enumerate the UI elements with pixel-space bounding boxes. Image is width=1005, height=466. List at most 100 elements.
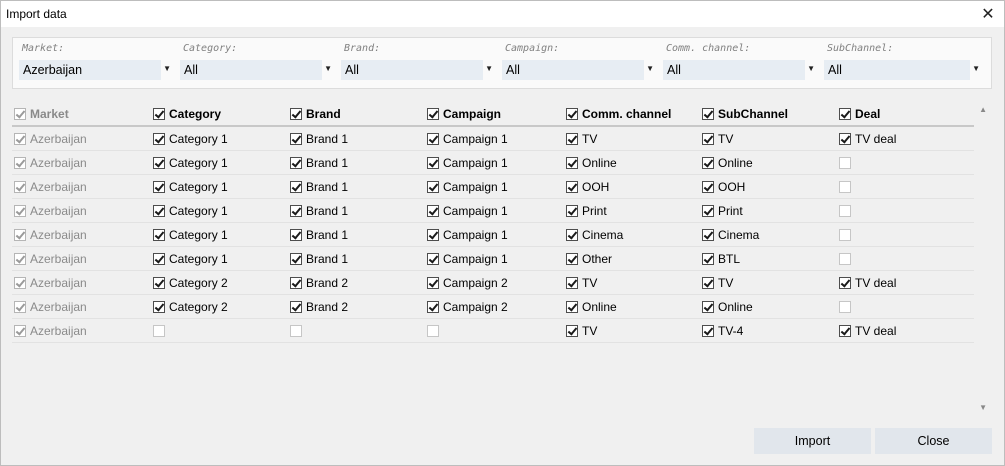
checkbox[interactable] bbox=[290, 108, 302, 120]
checkbox[interactable] bbox=[566, 181, 578, 193]
checkbox[interactable] bbox=[427, 301, 439, 313]
filter-select[interactable]: All ▼ bbox=[502, 60, 654, 80]
close-button[interactable]: Close bbox=[875, 428, 992, 454]
chevron-down-icon[interactable]: ▼ bbox=[972, 64, 980, 73]
checkbox[interactable] bbox=[702, 205, 714, 217]
chevron-down-icon[interactable]: ▼ bbox=[807, 64, 815, 73]
cell-campaign: Campaign 2 bbox=[427, 271, 508, 295]
checkbox[interactable] bbox=[290, 253, 302, 265]
checkbox[interactable] bbox=[427, 108, 439, 120]
checkbox[interactable] bbox=[702, 181, 714, 193]
filter-label: Market: bbox=[22, 43, 65, 54]
checkbox[interactable] bbox=[566, 325, 578, 337]
checkbox[interactable] bbox=[839, 229, 851, 241]
column-header-deal[interactable]: Deal bbox=[839, 102, 880, 126]
checkbox[interactable] bbox=[839, 205, 851, 217]
scroll-down-icon[interactable]: ▼ bbox=[979, 403, 987, 412]
checkbox[interactable] bbox=[702, 253, 714, 265]
checkbox[interactable] bbox=[427, 133, 439, 145]
filter-select[interactable]: All ▼ bbox=[341, 60, 493, 80]
checkbox[interactable] bbox=[702, 229, 714, 241]
cell-value: Print bbox=[718, 204, 743, 218]
checkbox[interactable] bbox=[153, 205, 165, 217]
checkbox[interactable] bbox=[702, 325, 714, 337]
checkbox[interactable] bbox=[427, 229, 439, 241]
checkbox[interactable] bbox=[153, 108, 165, 120]
checkbox bbox=[14, 133, 26, 145]
checkbox[interactable] bbox=[702, 133, 714, 145]
checkbox[interactable] bbox=[566, 253, 578, 265]
checkbox[interactable] bbox=[839, 325, 851, 337]
checkbox[interactable] bbox=[839, 301, 851, 313]
column-header-campaign[interactable]: Campaign bbox=[427, 102, 501, 126]
cell-category: Category 1 bbox=[153, 151, 228, 175]
checkbox[interactable] bbox=[839, 157, 851, 169]
cell-campaign bbox=[427, 319, 443, 343]
chevron-down-icon[interactable]: ▼ bbox=[646, 64, 654, 73]
filter-select[interactable]: All ▼ bbox=[180, 60, 332, 80]
scroll-up-icon[interactable]: ▲ bbox=[979, 105, 987, 114]
column-header-subchannel[interactable]: SubChannel bbox=[702, 102, 788, 126]
checkbox[interactable] bbox=[566, 229, 578, 241]
cell-market: Azerbaijan bbox=[14, 319, 87, 343]
checkbox[interactable] bbox=[153, 229, 165, 241]
checkbox[interactable] bbox=[839, 181, 851, 193]
filter-panel: Market: Azerbaijan ▼ Category: All ▼ Brand: All… bbox=[12, 37, 992, 89]
checkbox[interactable] bbox=[702, 157, 714, 169]
checkbox[interactable] bbox=[566, 157, 578, 169]
checkbox[interactable] bbox=[839, 133, 851, 145]
column-header-brand[interactable]: Brand bbox=[290, 102, 341, 126]
chevron-down-icon[interactable]: ▼ bbox=[163, 64, 171, 73]
checkbox[interactable] bbox=[427, 181, 439, 193]
checkbox[interactable] bbox=[153, 301, 165, 313]
checkbox[interactable] bbox=[153, 157, 165, 169]
cell-market: Azerbaijan bbox=[14, 295, 87, 319]
checkbox[interactable] bbox=[427, 277, 439, 289]
checkbox[interactable] bbox=[839, 108, 851, 120]
cell-value: Brand 2 bbox=[306, 276, 349, 290]
checkbox[interactable] bbox=[702, 277, 714, 289]
filter-select[interactable]: All ▼ bbox=[824, 60, 980, 80]
checkbox[interactable] bbox=[153, 133, 165, 145]
checkbox[interactable] bbox=[290, 133, 302, 145]
cell-value: Azerbaijan bbox=[30, 204, 87, 218]
checkbox[interactable] bbox=[290, 277, 302, 289]
checkbox[interactable] bbox=[702, 108, 714, 120]
column-header-category[interactable]: Category bbox=[153, 102, 221, 126]
checkbox[interactable] bbox=[566, 133, 578, 145]
checkbox[interactable] bbox=[427, 253, 439, 265]
checkbox[interactable] bbox=[427, 205, 439, 217]
checkbox[interactable] bbox=[153, 325, 165, 337]
checkbox[interactable] bbox=[566, 277, 578, 289]
checkbox[interactable] bbox=[839, 277, 851, 289]
chevron-down-icon[interactable]: ▼ bbox=[485, 64, 493, 73]
checkbox[interactable] bbox=[566, 108, 578, 120]
chevron-down-icon[interactable]: ▼ bbox=[324, 64, 332, 73]
checkbox[interactable] bbox=[427, 325, 439, 337]
filter-select[interactable]: Azerbaijan ▼ bbox=[19, 60, 171, 80]
checkbox[interactable] bbox=[290, 205, 302, 217]
checkbox[interactable] bbox=[290, 229, 302, 241]
checkbox[interactable] bbox=[566, 301, 578, 313]
cell-value: TV bbox=[582, 324, 598, 338]
checkbox[interactable] bbox=[153, 253, 165, 265]
checkbox[interactable] bbox=[566, 205, 578, 217]
checkbox[interactable] bbox=[290, 157, 302, 169]
cell-value: Category 1 bbox=[169, 252, 228, 266]
checkbox[interactable] bbox=[427, 157, 439, 169]
checkbox[interactable] bbox=[290, 181, 302, 193]
checkbox[interactable] bbox=[290, 301, 302, 313]
title-bar: Import data ✕ bbox=[1, 1, 1004, 27]
cell-value: Cinema bbox=[718, 228, 760, 242]
checkbox[interactable] bbox=[153, 277, 165, 289]
import-button[interactable]: Import bbox=[754, 428, 871, 454]
checkbox[interactable] bbox=[839, 253, 851, 265]
close-icon[interactable]: ✕ bbox=[978, 4, 998, 24]
checkbox[interactable] bbox=[702, 301, 714, 313]
column-header-channel[interactable]: Comm. channel bbox=[566, 102, 671, 126]
cell-value: Category 1 bbox=[169, 156, 228, 170]
filter-select[interactable]: All ▼ bbox=[663, 60, 815, 80]
checkbox[interactable] bbox=[153, 181, 165, 193]
checkbox[interactable] bbox=[290, 325, 302, 337]
filter-label: Brand: bbox=[344, 43, 381, 54]
